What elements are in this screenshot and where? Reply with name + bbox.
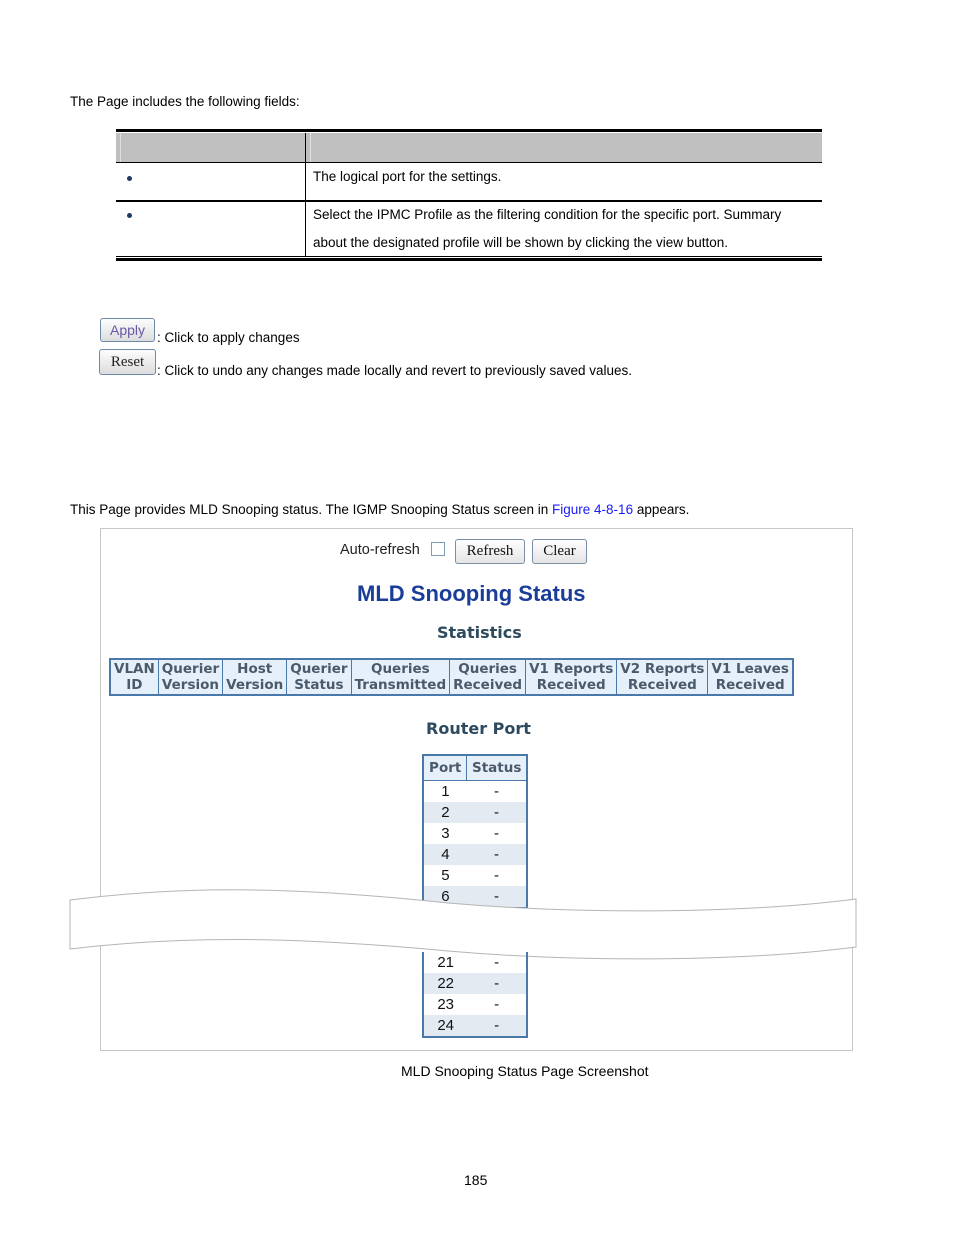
status-cell: - bbox=[466, 802, 527, 823]
port-cell: 1 bbox=[441, 783, 450, 800]
port-cell: 22 bbox=[423, 973, 468, 994]
intro-text: The Page includes the following fields: bbox=[70, 94, 300, 109]
column-header-v1-reports-received: V1 Reports Received bbox=[525, 658, 618, 696]
status-cell: - bbox=[494, 996, 500, 1013]
table-row: 1- bbox=[423, 781, 527, 803]
figure-link[interactable]: Figure 4-8-16 bbox=[552, 502, 633, 517]
section-intro: This Page provides MLD Snooping status. … bbox=[70, 502, 689, 517]
port-cell: 2 bbox=[423, 802, 467, 823]
column-header-line: ID bbox=[126, 677, 143, 693]
column-header-queries-received: Queries Received bbox=[449, 658, 527, 696]
column-header-line: V1 Reports bbox=[529, 661, 614, 677]
column-header-line: Host bbox=[237, 661, 273, 677]
status-cell: - bbox=[466, 844, 527, 865]
bullet-icon bbox=[127, 176, 132, 181]
table-bottom-rule bbox=[116, 256, 822, 257]
statistics-table: VLAN ID Querier Version Host Version Querier St… bbox=[109, 658, 794, 696]
row-divider bbox=[116, 200, 822, 202]
row-2-description-line-2: about the designated profile will be sho… bbox=[313, 235, 728, 250]
column-header-line: Status bbox=[294, 677, 344, 693]
column-header-querier-status: Querier Status bbox=[286, 658, 352, 696]
page-title: MLD Snooping Status bbox=[357, 581, 586, 606]
column-header-line: Queries bbox=[370, 661, 430, 677]
table-row: 21 - bbox=[423, 952, 527, 973]
refresh-button[interactable]: Refresh bbox=[455, 539, 525, 564]
port-cell: 4 bbox=[423, 844, 467, 865]
port-cell: 23 bbox=[437, 996, 454, 1013]
figure-caption: MLD Snooping Status Page Screenshot bbox=[401, 1063, 649, 1079]
section-intro-tail: appears. bbox=[633, 502, 690, 517]
table-row: 24- bbox=[423, 1015, 527, 1037]
port-cell: 3 bbox=[441, 825, 450, 842]
column-header-line: Received bbox=[627, 677, 697, 693]
section-intro-text: This Page provides MLD Snooping status. … bbox=[70, 502, 553, 517]
reset-button[interactable]: Reset bbox=[99, 349, 156, 375]
header-inner-line bbox=[310, 133, 311, 162]
table-row: 23 - bbox=[423, 994, 527, 1015]
column-header-querier-version: Querier Version bbox=[157, 658, 224, 696]
column-header-line: Querier bbox=[161, 661, 220, 677]
port-cell: 21 bbox=[437, 954, 454, 971]
router-port-header-row: Port Status bbox=[422, 754, 528, 781]
column-divider bbox=[305, 133, 306, 257]
column-header-status: Status bbox=[466, 754, 528, 781]
column-header-v1-leaves-received: V1 Leaves Received bbox=[707, 658, 794, 696]
column-header-line: Version bbox=[226, 677, 284, 693]
column-header-line: Received bbox=[715, 677, 785, 693]
column-header-line: Version bbox=[161, 677, 219, 693]
column-header-vlan-id: VLAN ID bbox=[109, 658, 159, 696]
column-header-port: Port bbox=[422, 754, 468, 781]
status-cell: - bbox=[467, 973, 527, 994]
apply-button[interactable]: Apply bbox=[100, 318, 155, 342]
table-row: 22- bbox=[423, 973, 527, 994]
column-header-line: Received bbox=[453, 677, 523, 693]
status-cell: - bbox=[467, 1015, 527, 1037]
auto-refresh-checkbox[interactable] bbox=[431, 542, 445, 556]
column-header-line: Transmitted bbox=[354, 677, 447, 693]
table-header-row bbox=[116, 133, 822, 163]
column-header-line: Querier bbox=[290, 661, 348, 677]
statistics-header-row: VLAN ID Querier Version Host Version Querier St… bbox=[109, 658, 794, 696]
column-header-v2-reports-received: V2 Reports Received bbox=[616, 658, 709, 696]
router-port-title: Router Port bbox=[426, 719, 531, 738]
header-inner-line bbox=[120, 133, 121, 162]
apply-description: : Click to apply changes bbox=[157, 330, 300, 345]
bullet-icon bbox=[127, 213, 132, 218]
port-cell: 24 bbox=[423, 1015, 468, 1037]
table-top-rule bbox=[116, 129, 822, 132]
column-header-line: V2 Reports bbox=[620, 661, 705, 677]
router-port-table-continued: 21-22-23-24- bbox=[422, 952, 528, 1038]
page-number: 185 bbox=[464, 1172, 488, 1188]
column-header-line: Received bbox=[536, 677, 606, 693]
status-cell: - bbox=[493, 783, 499, 800]
auto-refresh-label: Auto-refresh bbox=[340, 542, 420, 558]
row-1-description: The logical port for the settings. bbox=[313, 169, 502, 184]
column-header-line: V1 Leaves bbox=[711, 661, 789, 677]
clear-button[interactable]: Clear bbox=[532, 539, 587, 564]
status-cell: - bbox=[494, 954, 500, 971]
column-header-line: Queries bbox=[458, 661, 517, 677]
port-cell: 5 bbox=[441, 867, 450, 884]
row-2-description-line-1: Select the IPMC Profile as the filtering… bbox=[313, 207, 782, 222]
statistics-title: Statistics bbox=[437, 623, 522, 642]
reset-description: : Click to undo any changes made locally… bbox=[157, 363, 633, 378]
status-cell: - bbox=[493, 825, 499, 842]
table-row: 4- bbox=[423, 844, 527, 865]
table-row: 3- bbox=[423, 823, 527, 844]
table-row: 2- bbox=[423, 802, 527, 823]
table-row: 5- bbox=[423, 865, 527, 886]
table-bottom-rule-thick bbox=[116, 258, 822, 261]
column-header-host-version: Host Version bbox=[222, 658, 288, 696]
column-header-line: VLAN bbox=[114, 661, 155, 677]
status-cell: - bbox=[493, 867, 499, 884]
column-header-queries-transmitted: Queries Transmitted bbox=[350, 658, 451, 696]
